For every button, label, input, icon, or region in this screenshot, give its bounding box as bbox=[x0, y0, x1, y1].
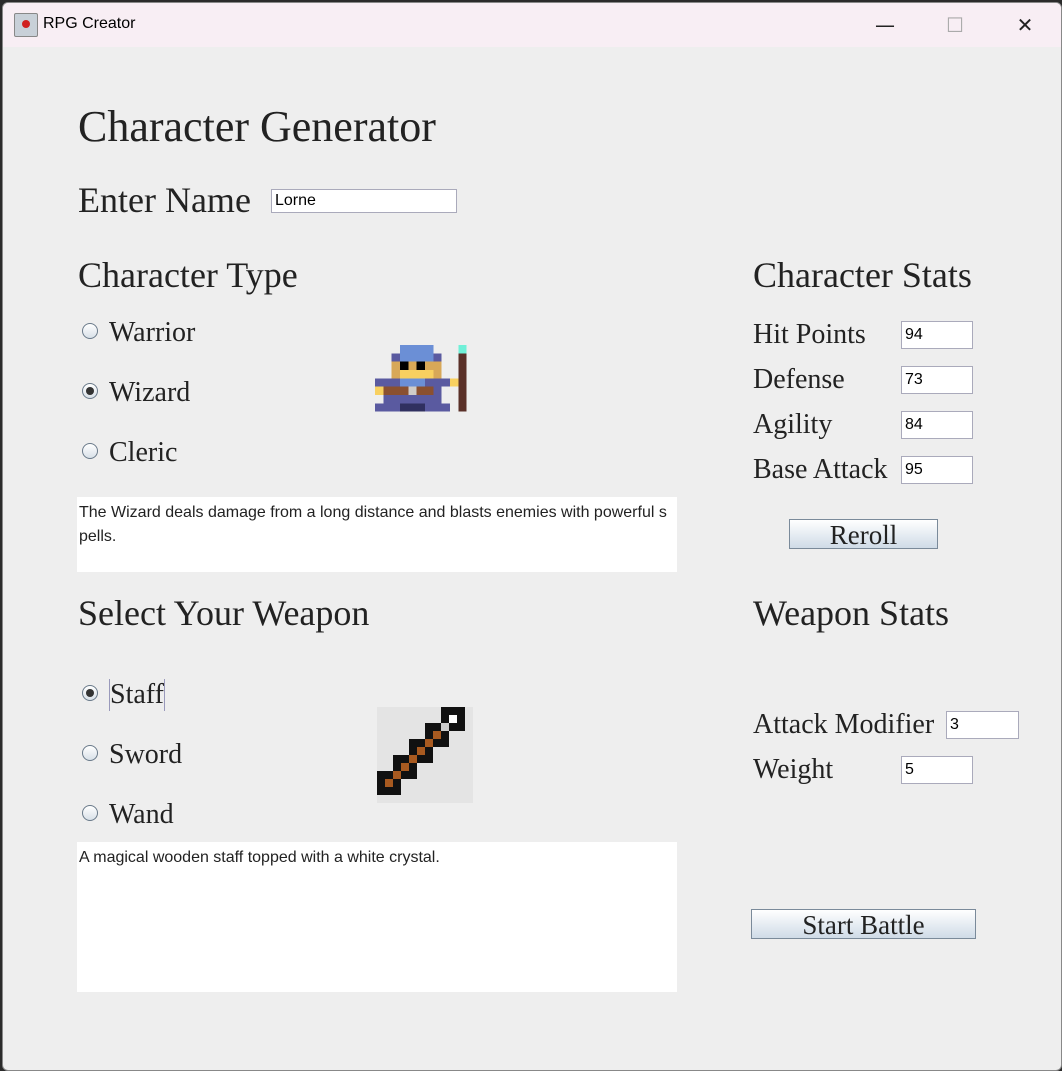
radio-label: Staff bbox=[109, 679, 165, 711]
radio-button[interactable] bbox=[82, 745, 98, 761]
minimize-button[interactable]: — bbox=[855, 9, 915, 41]
radio-label: Warrior bbox=[109, 317, 196, 348]
weight-field[interactable] bbox=[901, 756, 973, 784]
base-attack-field[interactable] bbox=[901, 456, 973, 484]
weapon-heading: Select Your Weapon bbox=[78, 593, 370, 633]
page-title: Character Generator bbox=[78, 102, 436, 151]
staff-sprite-icon bbox=[377, 707, 473, 803]
maximize-button[interactable]: ☐ bbox=[925, 9, 985, 41]
hit-points-field[interactable] bbox=[901, 321, 973, 349]
radio-button[interactable] bbox=[82, 323, 98, 339]
hit-points-label: Hit Points bbox=[753, 319, 866, 350]
radio-label: Wand bbox=[109, 799, 174, 830]
attack-modifier-label: Attack Modifier bbox=[753, 709, 935, 740]
weapon-description: A magical wooden staff topped with a whi… bbox=[77, 842, 677, 992]
defense-field[interactable] bbox=[901, 366, 973, 394]
radio-label: Sword bbox=[109, 739, 183, 770]
defense-label: Defense bbox=[753, 364, 845, 395]
radio-button[interactable] bbox=[82, 805, 98, 821]
name-input[interactable] bbox=[271, 189, 457, 213]
radio-button[interactable] bbox=[82, 685, 98, 701]
radio-button[interactable] bbox=[82, 443, 98, 459]
wizard-sprite-icon bbox=[375, 345, 467, 412]
character-description: The Wizard deals damage from a long dist… bbox=[77, 497, 677, 572]
close-button[interactable]: ✕ bbox=[995, 9, 1055, 41]
radio-label: Wizard bbox=[109, 377, 191, 408]
radio-label: Cleric bbox=[109, 437, 178, 468]
radio-button[interactable] bbox=[82, 383, 98, 399]
character-stats-heading: Character Stats bbox=[753, 255, 972, 295]
java-app-icon bbox=[14, 13, 38, 37]
reroll-button[interactable]: Reroll bbox=[789, 519, 938, 550]
character-type-heading: Character Type bbox=[78, 255, 298, 295]
base-attack-label: Base Attack bbox=[753, 454, 888, 485]
weight-label: Weight bbox=[753, 754, 834, 785]
title-bar: RPG Creator — ☐ ✕ bbox=[3, 3, 1061, 47]
name-label: Enter Name bbox=[78, 180, 251, 220]
agility-label: Agility bbox=[753, 409, 833, 440]
agility-field[interactable] bbox=[901, 411, 973, 439]
weapon-stats-heading: Weapon Stats bbox=[753, 593, 950, 633]
start-battle-button[interactable]: Start Battle bbox=[751, 909, 976, 940]
attack-modifier-field[interactable] bbox=[946, 711, 1019, 739]
window-title: RPG Creator bbox=[43, 15, 136, 32]
app-window: RPG Creator — ☐ ✕ Character Generator En… bbox=[2, 2, 1062, 1071]
